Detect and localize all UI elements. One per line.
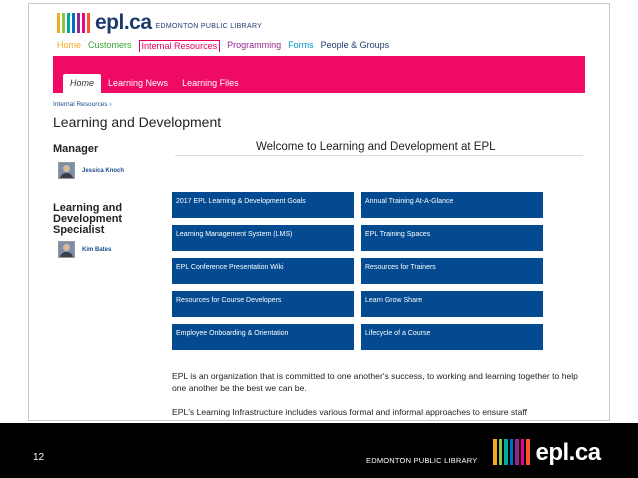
logo-bars-icon (493, 439, 530, 465)
logo-bar (87, 13, 90, 33)
logo-bar (57, 13, 60, 33)
link-tile-grid: 2017 EPL Learning & Development Goals An… (172, 192, 544, 350)
footer-logo: epl.ca (493, 439, 601, 465)
browser-page: epl.ca EDMONTON PUBLIC LIBRARY Home Custo… (28, 3, 610, 421)
specialist-card[interactable]: Kim Bates (58, 241, 111, 258)
manager-card[interactable]: Jessica Knoch (58, 162, 124, 179)
logo-bar (82, 13, 85, 33)
slide-footer: 12 EDMONTON PUBLIC LIBRARY epl.ca (0, 423, 638, 478)
logo-bar (526, 439, 530, 465)
page-title: Learning and Development (53, 114, 222, 130)
divider (175, 155, 583, 156)
tile-link[interactable]: Resources for Trainers (361, 258, 543, 284)
slide-number: 12 (33, 452, 45, 463)
nav-item-customers[interactable]: Customers (88, 40, 132, 52)
tab-learning-files[interactable]: Learning Files (175, 74, 246, 93)
tile-link[interactable]: EPL Conference Presentation Wiki (172, 258, 354, 284)
tile-link[interactable]: 2017 EPL Learning & Development Goals (172, 192, 354, 218)
footer-library-name: EDMONTON PUBLIC LIBRARY (366, 456, 478, 465)
breadcrumb[interactable]: Internal Resources › (53, 101, 112, 108)
logo-bar (509, 439, 513, 465)
tab-bar: Home Learning News Learning Files (63, 74, 246, 93)
avatar (58, 162, 75, 179)
manager-heading: Manager (53, 143, 99, 155)
logo-text: epl.ca (95, 11, 152, 34)
manager-name[interactable]: Jessica Knoch (82, 168, 124, 174)
nav-item-internal-resources[interactable]: Internal Resources (138, 40, 221, 52)
tile-link[interactable]: EPL Training Spaces (361, 225, 543, 251)
tile-link[interactable]: Lifecycle of a Course (361, 324, 543, 350)
nav-item-forms[interactable]: Forms (288, 40, 314, 52)
top-nav: Home Customers Internal Resources Programmi… (57, 40, 389, 52)
logo-bars-icon (57, 13, 90, 33)
infrastructure-paragraph: EPL's Learning Infrastructure includes v… (172, 407, 527, 417)
epl-logo[interactable]: epl.ca EDMONTON PUBLIC LIBRARY (57, 11, 262, 35)
logo-bar (77, 13, 80, 33)
section-banner: Home Learning News Learning Files (53, 56, 585, 93)
nav-item-people-groups[interactable]: People & Groups (321, 40, 390, 52)
footer-logo-text: epl.ca (535, 439, 602, 466)
logo-bar (515, 439, 519, 465)
tile-link[interactable]: Annual Training At-A-Glance (361, 192, 543, 218)
logo-subtitle: EDMONTON PUBLIC LIBRARY (155, 22, 263, 30)
logo-bar (520, 439, 524, 465)
tile-link[interactable]: Employee Onboarding & Orientation (172, 324, 354, 350)
specialist-heading: Learning and Development Specialist (53, 202, 123, 236)
tile-link[interactable]: Learn Grow Share (361, 291, 543, 317)
tile-link[interactable]: Learning Management System (LMS) (172, 225, 354, 251)
logo-bar (493, 439, 497, 465)
welcome-heading: Welcome to Learning and Development at E… (256, 141, 496, 153)
tab-learning-news[interactable]: Learning News (101, 74, 175, 93)
logo-bar (62, 13, 65, 33)
tile-link[interactable]: Resources for Course Developers (172, 291, 354, 317)
logo-bar (72, 13, 75, 33)
nav-item-programming[interactable]: Programming (227, 40, 281, 52)
intro-paragraph: EPL is an organization that is committed… (172, 371, 578, 393)
specialist-name[interactable]: Kim Bates (82, 247, 111, 253)
logo-bar (498, 439, 502, 465)
logo-bar (504, 439, 508, 465)
nav-item-home[interactable]: Home (57, 40, 81, 52)
tab-home[interactable]: Home (63, 74, 102, 93)
avatar (58, 241, 75, 258)
logo-bar (67, 13, 70, 33)
